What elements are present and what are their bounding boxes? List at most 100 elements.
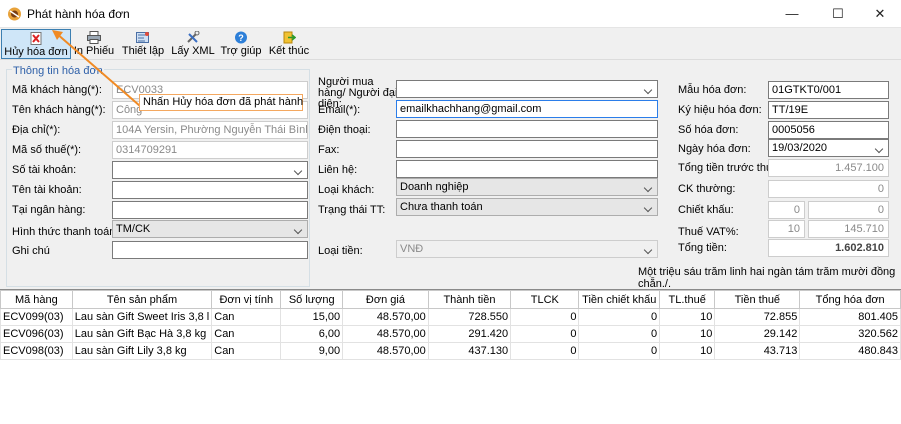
cell-item-code: ECV098(03) (0, 342, 73, 360)
tax-code-field[interactable]: 0314709291 (112, 141, 308, 159)
cell-unit-price: 48.570,00 (342, 342, 429, 360)
invoice-form: Thông tin hóa đơn Mã khách hàng(*): ECV0… (0, 30, 901, 290)
cell-tax-rate: 10 (659, 342, 716, 360)
col-header-quantity[interactable]: Số lượng (280, 290, 344, 309)
col-header-amount[interactable]: Thành tiền (427, 290, 512, 309)
contact-field[interactable] (396, 160, 658, 178)
get-xml-button[interactable]: Lấy XML (170, 29, 216, 59)
cell-quantity: 6,00 (280, 325, 344, 343)
invoice-date-label: Ngày hóa đơn: (678, 143, 751, 155)
vat-rate-field[interactable]: 10 (768, 220, 805, 238)
account-name-field[interactable] (112, 181, 308, 199)
window-title: Phát hành hóa đơn (27, 7, 130, 21)
cell-quantity: 15,00 (280, 308, 344, 326)
currency-dropdown[interactable]: VNĐ (396, 240, 658, 258)
fax-label: Fax: (318, 144, 340, 156)
exit-button[interactable]: Kết thúc (266, 29, 312, 59)
tax-code-label: Mã số thuế(*): (12, 144, 82, 156)
cell-unit-price: 48.570,00 (342, 308, 429, 326)
cell-tax-rate: 10 (659, 325, 716, 343)
table-row[interactable]: ECV096(03) Lau sàn Gift Bạc Hà 3,8 kg Ca… (0, 325, 901, 343)
invoice-date-picker[interactable]: 19/03/2020 (768, 139, 889, 157)
cell-discount-rate: 0 (510, 325, 580, 343)
email-label: Email(*): (318, 104, 361, 116)
maximize-icon: ☐ (832, 6, 844, 21)
invoice-template-field[interactable]: 01GTKT0/001 (768, 81, 889, 99)
close-icon: ✕ (874, 6, 886, 21)
payment-status-label: Trạng thái TT: (318, 204, 386, 216)
col-header-invoice-total[interactable]: Tổng hóa đơn (799, 290, 901, 309)
email-field[interactable]: emailkhachhang@gmail.com (396, 100, 658, 118)
cell-product-name: Lau sàn Gift Bạc Hà 3,8 kg (71, 325, 213, 343)
items-grid: Mã hàng Tên sản phẩm Đơn vị tính Số lượn… (0, 290, 901, 360)
col-header-item-code[interactable]: Mã hàng (0, 290, 73, 309)
exit-icon (283, 31, 296, 44)
customer-type-label: Loại khách: (318, 184, 375, 196)
subtotal-label: Tổng tiền trước thuế: (678, 162, 782, 174)
help-label: Trợ giúp (220, 45, 262, 57)
subtotal-field[interactable]: 1.457.100 (768, 159, 889, 177)
cell-discount-rate: 0 (510, 308, 580, 326)
invoice-symbol-field[interactable]: TT/19E (768, 101, 889, 119)
payment-status-dropdown[interactable]: Chưa thanh toán (396, 198, 658, 216)
cell-unit: Can (211, 325, 282, 343)
col-header-tax-amount[interactable]: Tiền thuế (714, 290, 801, 309)
phone-field[interactable] (396, 120, 658, 138)
tools-icon (187, 31, 200, 43)
note-field[interactable] (112, 241, 308, 259)
minimize-button[interactable]: — (769, 0, 815, 28)
cell-discount-amount: 0 (578, 325, 661, 343)
col-header-discount-rate[interactable]: TLCK (510, 290, 580, 309)
discount-label: Chiết khấu: (678, 204, 734, 216)
bank-field[interactable] (112, 201, 308, 219)
cell-tax-amount: 43.713 (714, 342, 801, 360)
callout-arrow (52, 30, 141, 107)
buyer-dropdown[interactable] (396, 80, 658, 98)
fax-field[interactable] (396, 140, 658, 158)
col-header-unit[interactable]: Đơn vị tính (211, 290, 282, 309)
cell-tax-amount: 72.855 (714, 308, 801, 326)
callout-tooltip: Nhấn Hủy hóa đơn đã phát hành (139, 94, 303, 111)
cell-product-name: Lau sàn Gift Sweet Iris 3,8 l (71, 308, 213, 326)
payment-method-dropdown[interactable]: TM/CK (112, 220, 308, 238)
customer-type-dropdown[interactable]: Doanh nghiệp (396, 178, 658, 196)
cell-amount: 437.130 (427, 342, 512, 360)
invoice-template-label: Mẫu hóa đơn: (678, 84, 747, 96)
invoice-number-field[interactable]: 0005056 (768, 121, 889, 139)
help-icon: ? (235, 31, 247, 44)
cell-quantity: 9,00 (280, 342, 344, 360)
maximize-button[interactable]: ☐ (815, 0, 861, 28)
col-header-unit-price[interactable]: Đơn giá (342, 290, 429, 309)
cell-tax-rate: 10 (659, 308, 716, 326)
table-row[interactable]: ECV099(03) Lau sàn Gift Sweet Iris 3,8 l… (0, 308, 901, 326)
vat-label: Thuế VAT%: (678, 226, 739, 238)
exit-label: Kết thúc (268, 45, 310, 57)
col-header-discount-amount[interactable]: Tiền chiết khấu (578, 290, 661, 309)
cell-item-code: ECV099(03) (0, 308, 73, 326)
cell-amount: 291.420 (427, 325, 512, 343)
col-header-product-name[interactable]: Tên sản phẩm (71, 290, 213, 309)
payment-method-label: Hình thức thanh toán: (12, 226, 119, 238)
cell-discount-amount: 0 (578, 342, 661, 360)
total-field[interactable]: 1.602.810 (768, 239, 889, 257)
vat-amount-field[interactable]: 145.710 (808, 220, 889, 238)
table-header-row: Mã hàng Tên sản phẩm Đơn vị tính Số lượn… (0, 290, 901, 309)
invoice-symbol-label: Ký hiệu hóa đơn: (678, 104, 762, 116)
get-xml-label: Lấy XML (171, 45, 215, 57)
invoice-number-label: Số hóa đơn: (678, 124, 739, 136)
cell-amount: 728.550 (427, 308, 512, 326)
svg-text:?: ? (238, 33, 244, 43)
col-header-tax-rate[interactable]: TL.thuế (659, 290, 716, 309)
items-table: Mã hàng Tên sản phẩm Đơn vị tính Số lượn… (0, 289, 901, 424)
discount-rate-field[interactable]: 0 (768, 201, 805, 219)
close-button[interactable]: ✕ (857, 0, 901, 28)
account-name-label: Tên tài khoản: (12, 184, 82, 196)
help-button[interactable]: ? Trợ giúp (219, 29, 263, 59)
trade-discount-field[interactable]: 0 (768, 180, 889, 198)
cell-invoice-total: 480.843 (799, 342, 901, 360)
table-row[interactable]: ECV098(03) Lau sàn Gift Lily 3,8 kg Can … (0, 342, 901, 360)
cell-unit: Can (211, 342, 282, 360)
account-no-dropdown[interactable] (112, 161, 308, 179)
discount-amount-field[interactable]: 0 (808, 201, 889, 219)
app-logo-icon (8, 7, 21, 21)
